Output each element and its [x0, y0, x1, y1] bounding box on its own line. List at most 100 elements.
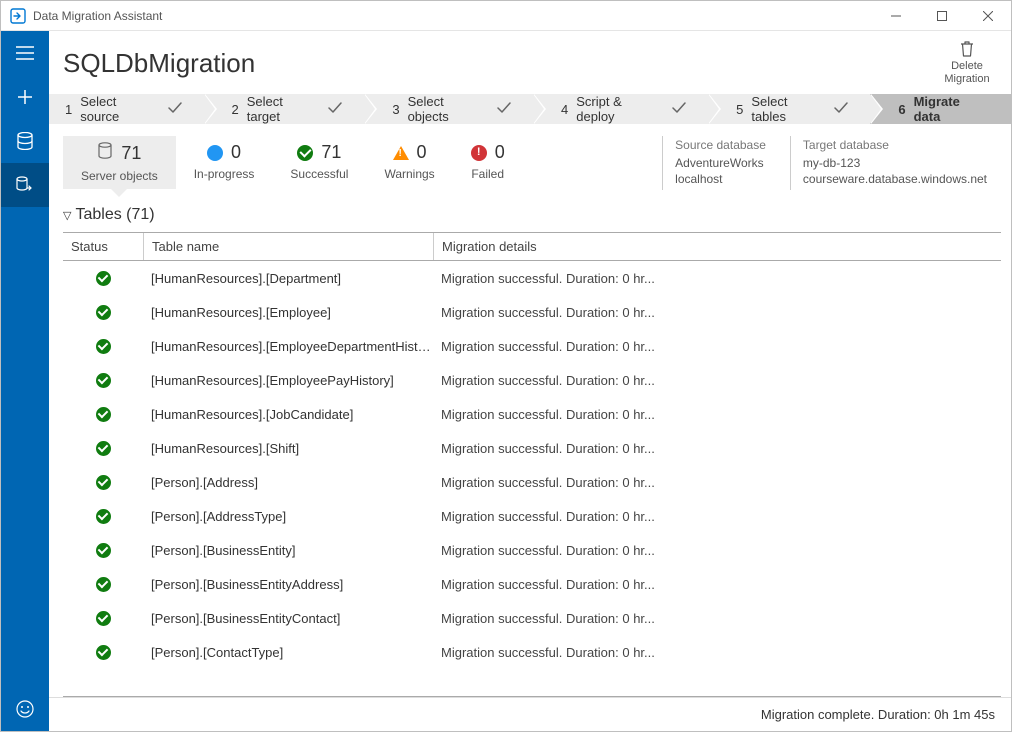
step-label: Select tables [751, 94, 824, 124]
database-button[interactable] [1, 119, 49, 163]
col-details[interactable]: Migration details [433, 233, 1001, 260]
maximize-button[interactable] [919, 1, 965, 31]
status-bar: Migration complete. Duration: 0h 1m 45s [49, 697, 1011, 731]
step-label: Select objects [408, 94, 487, 124]
status-success-icon [96, 509, 111, 524]
table-name-cell: [HumanResources].[Shift] [143, 441, 433, 456]
step-label: Select target [247, 94, 319, 124]
failed-icon [471, 145, 487, 161]
stat-failed[interactable]: 0 Failed [453, 136, 523, 187]
table-name-cell: [Person].[AddressType] [143, 509, 433, 524]
status-success-icon [96, 373, 111, 388]
status-success-icon [96, 407, 111, 422]
step-select-tables[interactable]: 5 Select tables [708, 94, 870, 124]
add-button[interactable] [1, 75, 49, 119]
stat-server-objects[interactable]: 71 Server objects [63, 136, 176, 189]
table-row[interactable]: [HumanResources].[Department]Migration s… [63, 261, 1001, 295]
table-row[interactable]: [Person].[AddressType]Migration successf… [63, 499, 1001, 533]
app-icon [9, 7, 27, 25]
stat-successful-value: 71 [321, 142, 341, 163]
step-number: 4 [561, 102, 568, 117]
step-select-target[interactable]: 2 Select target [204, 94, 365, 124]
status-success-icon [96, 339, 111, 354]
table-row[interactable]: [HumanResources].[EmployeePayHistory]Mig… [63, 363, 1001, 397]
stat-in-progress-value: 0 [231, 142, 241, 163]
check-icon [672, 102, 686, 117]
status-success-icon [96, 611, 111, 626]
table-name-cell: [Person].[BusinessEntityAddress] [143, 577, 433, 592]
table-row[interactable]: [HumanResources].[EmployeeDepartmentHist… [63, 329, 1001, 363]
source-db-heading: Source database [675, 138, 766, 152]
step-number: 2 [232, 102, 239, 117]
project-title: SQLDbMigration [63, 48, 937, 79]
check-icon [834, 102, 848, 117]
hamburger-menu-button[interactable] [1, 31, 49, 75]
table-name-cell: [HumanResources].[EmployeePayHistory] [143, 373, 433, 388]
stat-failed-label: Failed [471, 167, 504, 181]
grid-header: Status Table name Migration details [63, 233, 1001, 261]
migration-details-cell: Migration successful. Duration: 0 hr... [433, 373, 1001, 388]
target-db-host: courseware.database.windows.net [803, 172, 987, 186]
step-label: Migrate data [914, 94, 989, 124]
table-name-cell: [HumanResources].[Department] [143, 271, 433, 286]
col-status[interactable]: Status [63, 239, 143, 254]
table-row[interactable]: [HumanResources].[Shift]Migration succes… [63, 431, 1001, 465]
migration-details-cell: Migration successful. Duration: 0 hr... [433, 305, 1001, 320]
table-name-cell: [Person].[ContactType] [143, 645, 433, 660]
table-row[interactable]: [Person].[BusinessEntity]Migration succe… [63, 533, 1001, 567]
status-success-icon [96, 271, 111, 286]
step-select-objects[interactable]: 3 Select objects [364, 94, 533, 124]
table-row[interactable]: [Person].[Address]Migration successful. … [63, 465, 1001, 499]
step-select-source[interactable]: 1 Select source [49, 94, 204, 124]
source-db-name: AdventureWorks [675, 156, 766, 170]
feedback-button[interactable] [1, 687, 49, 731]
stat-in-progress[interactable]: 0 In-progress [176, 136, 273, 187]
stat-successful[interactable]: 71 Successful [272, 136, 366, 187]
check-icon [497, 102, 511, 117]
table-row[interactable]: [HumanResources].[Employee]Migration suc… [63, 295, 1001, 329]
migration-details-cell: Migration successful. Duration: 0 hr... [433, 339, 1001, 354]
migration-details-cell: Migration successful. Duration: 0 hr... [433, 543, 1001, 558]
migration-details-cell: Migration successful. Duration: 0 hr... [433, 577, 1001, 592]
step-label: Select source [80, 94, 157, 124]
grid-body[interactable]: [HumanResources].[Department]Migration s… [63, 261, 1001, 696]
close-button[interactable] [965, 1, 1011, 31]
stat-server-objects-label: Server objects [81, 169, 158, 183]
col-table[interactable]: Table name [143, 233, 433, 260]
migration-details-cell: Migration successful. Duration: 0 hr... [433, 441, 1001, 456]
status-success-icon [96, 305, 111, 320]
status-success-icon [96, 543, 111, 558]
migration-status-text: Migration complete. Duration: 0h 1m 45s [761, 707, 995, 722]
migration-button[interactable] [1, 163, 49, 207]
source-database-info: Source database AdventureWorks localhost [662, 136, 766, 190]
tables-section-toggle[interactable]: ▽ Tables (71) [49, 202, 1011, 228]
step-migrate-data[interactable]: 6Migrate data [870, 94, 1011, 124]
table-row[interactable]: [Person].[ContactType]Migration successf… [63, 635, 1001, 669]
stat-failed-value: 0 [495, 142, 505, 163]
step-number: 5 [736, 102, 743, 117]
table-row[interactable]: [Person].[BusinessEntityContact]Migratio… [63, 601, 1001, 635]
wizard-steps: 1 Select source 2 Select target 3 Select obje… [49, 94, 1011, 124]
table-row[interactable]: [HumanResources].[JobCandidate]Migration… [63, 397, 1001, 431]
minimize-button[interactable] [873, 1, 919, 31]
server-icon [97, 142, 113, 165]
warning-icon [393, 146, 409, 160]
status-success-icon [96, 475, 111, 490]
migration-details-cell: Migration successful. Duration: 0 hr... [433, 407, 1001, 422]
migration-details-cell: Migration successful. Duration: 0 hr... [433, 645, 1001, 660]
trash-icon [960, 41, 974, 60]
table-row[interactable]: [Person].[BusinessEntityAddress]Migratio… [63, 567, 1001, 601]
stat-warnings[interactable]: 0 Warnings [366, 136, 452, 187]
migration-details-cell: Migration successful. Duration: 0 hr... [433, 611, 1001, 626]
migration-details-cell: Migration successful. Duration: 0 hr... [433, 475, 1001, 490]
step-label: Script & deploy [576, 94, 662, 124]
step-script-deploy[interactable]: 4 Script & deploy [533, 94, 708, 124]
check-icon [168, 102, 182, 117]
delete-migration-button[interactable]: Delete Migration [937, 41, 997, 86]
progress-icon [207, 145, 223, 161]
step-number: 3 [392, 102, 399, 117]
step-number: 1 [65, 102, 72, 117]
migration-details-cell: Migration successful. Duration: 0 hr... [433, 271, 1001, 286]
title-bar: Data Migration Assistant [1, 1, 1011, 31]
chevron-down-icon: ▽ [63, 209, 71, 222]
